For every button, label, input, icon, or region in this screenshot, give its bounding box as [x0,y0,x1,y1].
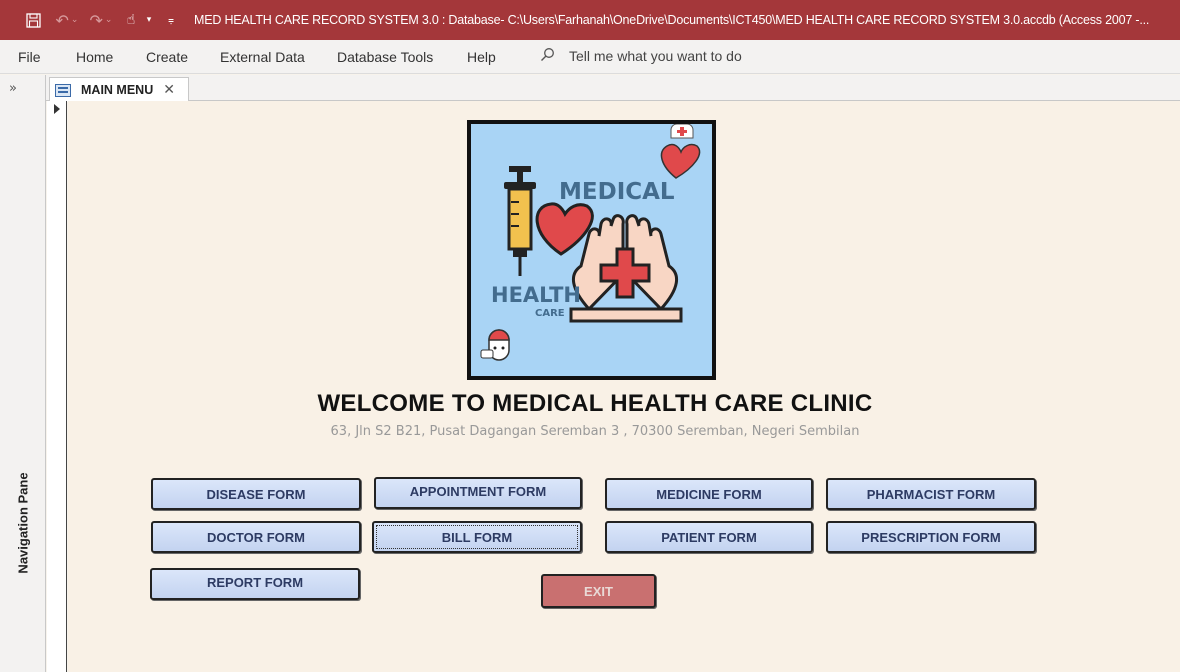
syringe-icon [504,166,536,276]
search-icon [540,47,555,65]
customize-toolbar-icon[interactable]: ⩦ [162,0,180,40]
doctor-form-button[interactable]: DOCTOR FORM [151,521,361,553]
tab-external-data[interactable]: External Data [220,49,305,65]
navigation-pane-label[interactable]: Navigation Pane [16,472,31,573]
prescription-form-button[interactable]: PRESCRIPTION FORM [826,521,1036,553]
patient-form-button[interactable]: PATIENT FORM [605,521,813,553]
tab-help[interactable]: Help [467,49,496,65]
tab-home[interactable]: Home [76,49,113,65]
record-pointer-icon [54,104,60,114]
tab-create[interactable]: Create [146,49,188,65]
tab-main-menu[interactable]: MAIN MENU ✕ [49,77,189,102]
tab-file[interactable]: File [18,49,41,65]
pill-mascot-icon [480,329,510,361]
exit-button[interactable]: EXIT [541,574,656,608]
tell-me-search[interactable]: Tell me what you want to do [540,47,742,65]
pharmacist-form-button[interactable]: PHARMACIST FORM [826,478,1036,510]
report-form-button[interactable]: REPORT FORM [150,568,360,600]
quick-access-toolbar: ↶ ⌄ ↷ ⌄ ☝ ▾ ⩦ [0,0,180,40]
appointment-form-button[interactable]: APPOINTMENT FORM [374,477,582,509]
redo-icon[interactable]: ↷ ⌄ [86,0,116,40]
record-selector[interactable] [47,101,67,672]
svg-text:MEDICAL: MEDICAL [559,179,675,205]
touch-mode-dropdown-icon[interactable]: ▾ [142,0,156,40]
window-title: MED HEALTH CARE RECORD SYSTEM 3.0 : Data… [194,13,1150,27]
heart-icon [660,124,701,179]
save-icon[interactable] [22,0,44,40]
ribbon-tabs: File Home Create External Data Database … [0,40,1180,74]
medicine-form-button[interactable]: MEDICINE FORM [605,478,813,510]
tab-main-menu-label: MAIN MENU [81,83,154,97]
document-tab-strip: MAIN MENU ✕ [46,75,1180,102]
expand-chevron-icon[interactable]: » [9,81,17,96]
navigation-pane[interactable]: » Navigation Pane [0,75,46,672]
touch-mode-icon[interactable]: ☝ [120,0,142,40]
bill-form-button[interactable]: BILL FORM [372,521,582,553]
close-icon[interactable]: ✕ [163,82,175,98]
form-icon [55,83,71,97]
undo-icon[interactable]: ↶ ⌄ [52,0,82,40]
disease-form-button[interactable]: DISEASE FORM [151,478,361,510]
title-bar: ↶ ⌄ ↷ ⌄ ☝ ▾ ⩦ MED HEALTH CARE RECORD SYSTE… [0,0,1180,40]
clinic-logo: MEDICAL HEALTH CARE [467,120,716,380]
tell-me-label: Tell me what you want to do [569,48,742,64]
svg-text:CARE: CARE [535,308,565,319]
tab-database-tools[interactable]: Database Tools [337,49,433,65]
clinic-address: 63, Jln S2 B21, Pusat Dagangan Seremban … [330,424,860,439]
svg-text:HEALTH: HEALTH [491,283,581,307]
welcome-heading: WELCOME TO MEDICAL HEALTH CARE CLINIC [317,390,873,417]
